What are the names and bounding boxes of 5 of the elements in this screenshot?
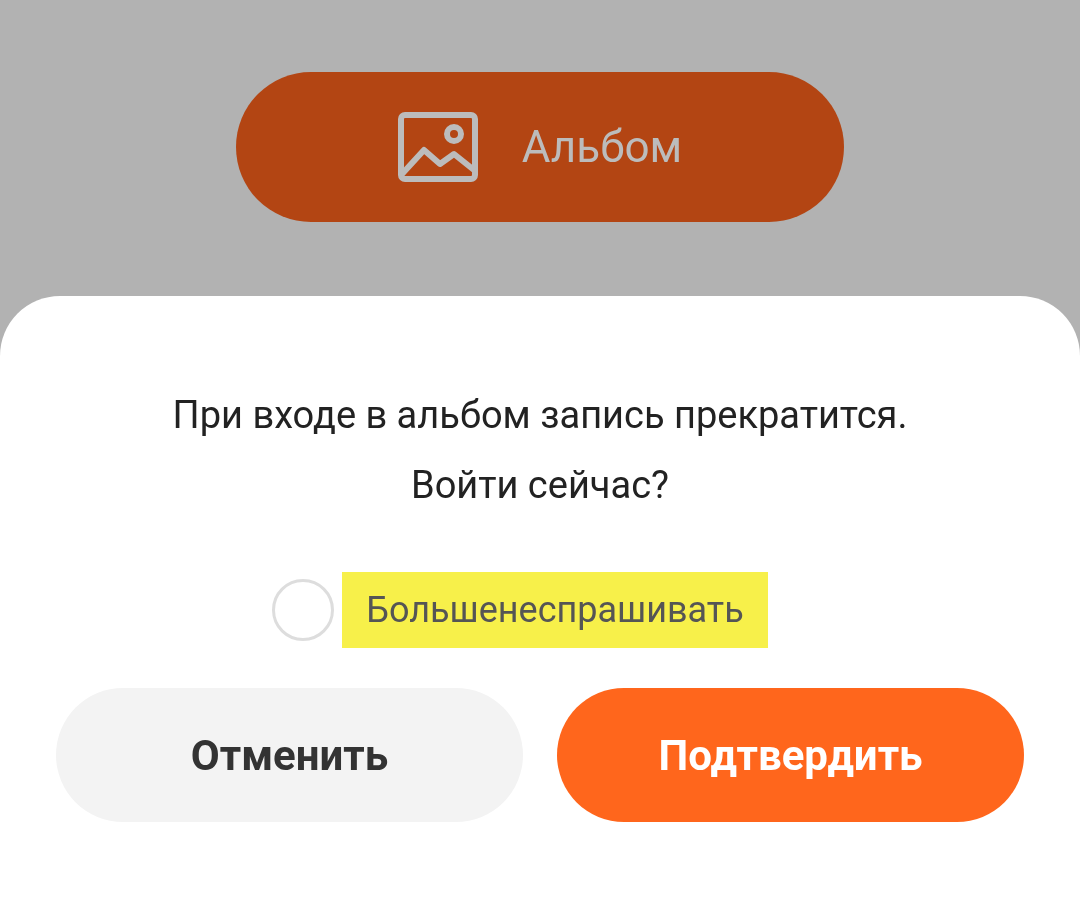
image-icon bbox=[397, 112, 478, 182]
dialog-message: Войти сейчас? bbox=[410, 462, 670, 509]
cancel-button[interactable]: Отменить bbox=[56, 688, 523, 822]
dialog-message: При входе в альбом запись прекратится. bbox=[172, 392, 908, 439]
option-label[interactable]: Большенеспрашивать bbox=[342, 572, 768, 648]
